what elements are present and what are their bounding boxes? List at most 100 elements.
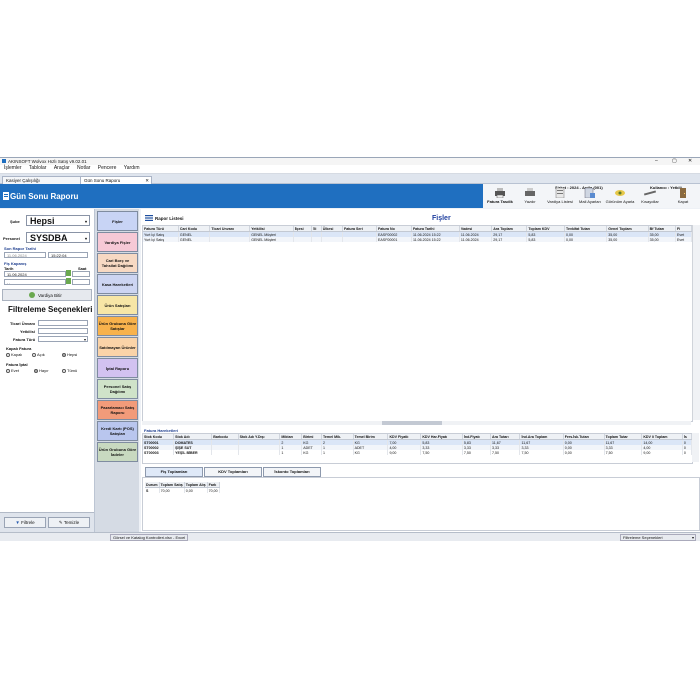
chevron-down-icon: ▾ [83,337,86,342]
table-cell [311,237,322,242]
eye-icon [615,190,625,196]
tumu-radio[interactable]: Tümü [62,368,77,373]
tab-fis-toplamlari[interactable]: Fiş Toplamları [145,467,203,477]
hareketler-table: Stok Kodu Stok Adı Barkodu Stok Adı Y.Dışı M… [143,434,692,455]
evet-radio-label: Evet [11,368,20,373]
kapat-button[interactable]: Kapat [666,187,700,208]
table-cell [321,237,344,242]
scroll-thumb[interactable] [382,421,442,425]
saat-end-input[interactable] [72,279,90,285]
sube-select[interactable]: Hepsi ▾ [26,215,90,226]
mail-ayarlari-button[interactable]: Mail Ayarları [573,187,607,208]
urun-grubu-iade-button[interactable]: Ürün Grubuna Göre İadeler [97,442,138,462]
son-rapor-time[interactable]: 15:22:04 [48,252,88,258]
fatura-tasdik-label: Fatura Tasdik [487,199,513,204]
tab-gun-sonu[interactable]: Gün Sonu Raporu ✕ [80,176,152,184]
cari-borc-label: Cari Borç ve Tahsilat Dağılımı [101,258,134,268]
personel-value: SYSDBA [30,233,68,243]
table-cell: KG [353,450,389,455]
iptal-raporu-button[interactable]: İptal Raporu [97,358,138,378]
hayir-radio[interactable]: Hayır [34,368,49,373]
table-row[interactable]: ST00003 YEŞİL BİBER 1 KG 1 KG 9,00 7,50 7,50 7,50… [143,450,692,455]
tarih-start-input[interactable]: 11.06.2024 [4,271,66,277]
personel-satis-label: Personel Satış Dağılımı [103,384,132,394]
table-row[interactable]: Yurt İçi Satış GENEL GENEL Müşteri EASF0000… [143,237,692,242]
menu-pencere[interactable]: Pencere [98,165,117,171]
hepsi-radio[interactable]: Hepsi [62,352,77,357]
menu-notlar[interactable]: Notlar [77,165,90,171]
urun-grubu-satis-button[interactable]: Ürün Grubuna Göre Satışlar [97,316,138,336]
tab-iskonto-toplamlari[interactable]: İskonto Toplamları [263,467,321,477]
sube-value: Hepsi [30,216,55,226]
table-cell: 0,00 [564,237,608,242]
filtrele-label: Filtrele [21,520,35,525]
saat-start-input[interactable] [72,271,90,277]
table-cell: GENEL [178,237,211,242]
kapali-radio[interactable]: Kapalı [6,352,22,357]
filtrele-button[interactable]: ▼ Filtrele [4,517,46,528]
fisler-button[interactable]: Fişler [97,211,138,231]
fatura-turu-select[interactable]: ▾ [38,336,88,342]
maximize-button[interactable]: ▢ [672,158,677,164]
tab-gun-sonu-label: Gün Sonu Raporu [84,178,121,183]
personel-select[interactable]: SYSDBA ▾ [26,232,90,243]
checkbox-icon[interactable] [66,278,71,284]
gorunum-ayarla-button[interactable]: Görünüm Ayarla [603,187,637,208]
filter-actions: ▼ Filtrele ✎ Temizle [0,512,94,533]
menu-araclar[interactable]: Araçlar [54,165,70,171]
hepsi-radio-label: Hepsi [67,352,78,357]
pazarlamaci-satis-button[interactable]: Pazarlamacı Satış Raporu [97,400,138,420]
acik-radio[interactable]: Açık [32,352,45,357]
urun-grubu-iade-label: Ürün Grubuna Göre İadeler [98,447,137,457]
personel-satis-button[interactable]: Personel Satış Dağılımı [97,379,138,399]
app-icon [2,159,6,163]
table-cell: 35,00 [648,237,676,242]
menu-yardim[interactable]: Yardım [124,165,140,171]
tab-close-icon[interactable]: ✕ [145,177,149,184]
yazdir-button[interactable]: Yazdır [513,187,547,208]
taskbar-item[interactable]: Görsel ve Katalog Kontrolleri.xlsx - Exc… [110,534,189,541]
table-cell: KG [301,450,322,455]
application-window: AKINSOFT Wolvox Hızlı Satış v9.02.01 – ▢… [0,157,700,541]
tab-kasiyer[interactable]: Kasiyer Çalışılığı [2,176,84,184]
tarih-end-input[interactable]: . . [4,279,66,285]
table-cell: EASF00001 [376,237,412,242]
menu-islemler[interactable]: İşlemler [4,165,22,171]
ticari-unvan-input[interactable] [38,320,88,326]
vardiya-fisler-button[interactable]: Vardiya Fişler [97,232,138,252]
satilmayan-urunler-button[interactable]: Satılmayan Ürünler [97,337,138,357]
radio-icon [62,352,66,357]
table-cell: 70,00 [207,487,220,493]
vardiya-listesi-button[interactable]: Vardiya Listesi [543,187,577,208]
tab-kdv-toplamlari[interactable]: KDV Toplamları [204,467,262,477]
yetkilisi-input[interactable] [38,328,88,334]
fisler-hscrollbar[interactable] [142,421,691,425]
kapali-fatura-label: Kapalı Fatura [6,346,32,351]
checkbox-icon[interactable] [66,270,71,276]
table-row[interactable]: S 70,00 0,00 70,00 [145,487,220,493]
fatura-tasdik-button[interactable]: Fatura Tasdik [483,187,517,208]
tab-iskonto-toplamlari-label: İskonto Toplamları [274,469,310,474]
page-title: Gün Sonu Raporu [10,192,79,201]
kredi-karti-label: Kredi Kartı (POS) Satışları [101,426,134,436]
filtreleme-secenekleri-status[interactable]: Filtreleme Seçenekleri ▾ [620,534,696,541]
kasa-hareketleri-button[interactable]: Kasa Hareketleri [97,274,138,294]
close-button[interactable]: ✕ [688,158,692,164]
vardiya-bitir-label: Vardiya Bitir [38,293,62,298]
son-rapor-date[interactable]: 11.06.2024 [4,252,46,258]
urun-satislari-button[interactable]: Ürün Satışları [97,295,138,315]
tab-fis-toplamlari-label: Fiş Toplamları [160,469,188,474]
menu-tablolar[interactable]: Tablolar [29,165,47,171]
cari-borc-button[interactable]: Cari Borç ve Tahsilat Dağılımı [97,253,138,273]
hareketler-scrollbar[interactable] [692,433,699,462]
fisler-scrollbar[interactable] [692,225,700,420]
vardiya-bitir-button[interactable]: Vardiya Bitir [2,289,92,301]
kredi-karti-button[interactable]: Kredi Kartı (POS) Satışları [97,421,138,441]
list-icon [555,188,565,198]
kisayollar-button[interactable]: Kısayollar [633,187,667,208]
fis-toplam-panel: Durum Toplam Satış Toplam Alış Fark S 70,00 0… [142,477,700,531]
kasa-hareketleri-label: Kasa Hareketleri [101,281,134,287]
evet-radio[interactable]: Evet [6,368,19,373]
temizle-button[interactable]: ✎ Temizle [48,517,90,528]
minimize-button[interactable]: – [655,158,658,164]
